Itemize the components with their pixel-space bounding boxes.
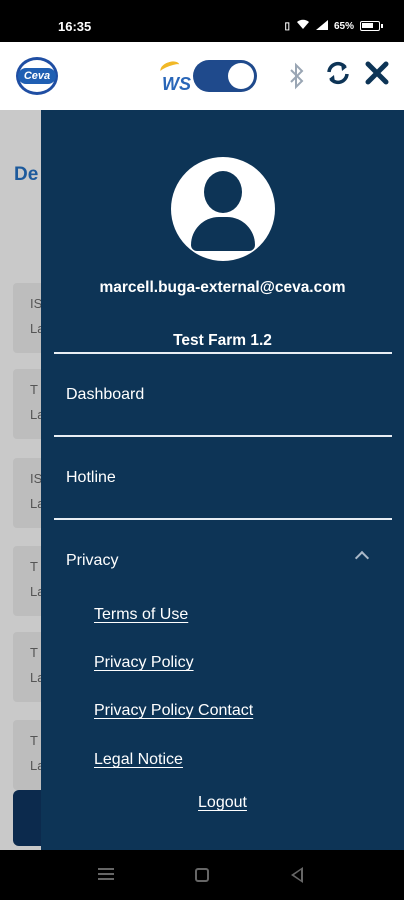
status-icons: ▯ 65% [284,19,383,33]
close-icon[interactable] [364,60,390,91]
background-title: De [14,164,39,185]
home-icon[interactable] [195,868,209,882]
avatar-head [204,171,242,213]
ws-toggle[interactable] [193,60,257,92]
status-bar: 16:35 ▯ 65% [0,0,404,42]
sync-icon[interactable] [324,59,352,92]
recent-apps-icon[interactable] [98,868,114,880]
link-privacy-policy[interactable]: Privacy Policy [94,654,194,672]
system-nav-bar [0,850,404,900]
divider [54,518,392,520]
vibrate-icon: ▯ [284,20,290,32]
navigation-drawer: marcell.buga-external@ceva.com Test Farm… [41,110,404,850]
status-time: 16:35 [58,19,92,34]
battery-percent: 65% [333,20,354,32]
ceva-logo: Ceva [16,57,58,95]
link-terms-of-use[interactable]: Terms of Use [94,606,188,624]
menu-item-privacy[interactable]: Privacy [66,552,118,570]
avatar-icon [171,157,275,261]
card-line-1: T [30,645,38,660]
farm-name: Test Farm 1.2 [173,332,272,349]
menu-item-hotline[interactable]: Hotline [66,469,116,487]
menu-item-dashboard[interactable]: Dashboard [66,386,144,404]
signal-icon [315,19,328,33]
toggle-knob [228,63,254,89]
card-line-1: T [30,559,38,574]
bluetooth-icon[interactable] [287,62,307,95]
card-line-1: T [30,733,38,748]
back-icon[interactable] [291,867,303,883]
divider [54,435,392,437]
avatar-body [191,217,255,251]
card-line-1: T [30,382,38,397]
ws-label: WS [162,74,191,94]
wifi-icon [296,19,310,33]
divider [54,352,392,354]
link-privacy-policy-contact[interactable]: Privacy Policy Contact [94,702,253,720]
chevron-up-icon[interactable] [354,550,370,566]
ws-logo-icon: WS [158,58,194,98]
user-email: marcell.buga-external@ceva.com [99,279,346,296]
logout-link[interactable]: Logout [41,794,404,812]
battery-icon [360,21,383,31]
logo-text: Ceva [17,68,57,84]
link-legal-notice[interactable]: Legal Notice [94,751,183,769]
